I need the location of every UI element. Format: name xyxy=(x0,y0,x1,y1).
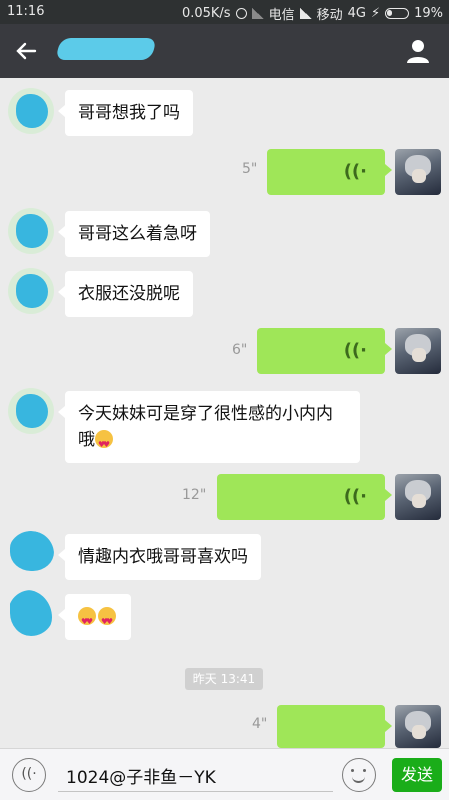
avatar[interactable] xyxy=(8,388,54,434)
voice-message[interactable]: ((· xyxy=(217,474,392,520)
person-icon xyxy=(407,40,429,63)
status-bar: 11:16 0.05K/s 电信 移动 4G ⚡ 19% xyxy=(0,0,449,24)
voice-message[interactable]: ((· xyxy=(257,328,392,374)
chat-header xyxy=(0,24,449,78)
message-bubble[interactable]: 情趣内衣哦哥哥喜欢吗 xyxy=(58,534,261,580)
input-bar: ((· 发送 xyxy=(0,748,449,800)
voice-wave-icon: ((· xyxy=(343,161,367,182)
network-type: 4G xyxy=(347,6,366,21)
heart-eyes-emoji-icon xyxy=(78,607,96,635)
alarm-icon xyxy=(235,8,247,19)
contact-info-button[interactable] xyxy=(405,38,431,64)
avatar[interactable] xyxy=(395,328,441,374)
voice-icon: ((· xyxy=(21,766,37,782)
send-button[interactable]: 发送 xyxy=(392,758,442,792)
status-indicators: 0.05K/s 电信 移动 4G ⚡ 19% xyxy=(182,4,443,23)
avatar[interactable] xyxy=(395,149,441,195)
message-bubble[interactable]: 今天妹妹可是穿了很性感的小内内 哦 xyxy=(58,391,360,463)
message-input[interactable] xyxy=(58,760,333,792)
arrow-left-icon xyxy=(16,42,37,60)
heart-eyes-emoji-icon xyxy=(98,607,116,635)
back-button[interactable] xyxy=(10,35,42,67)
signal-icon xyxy=(251,8,264,19)
avatar[interactable] xyxy=(8,268,54,314)
avatar[interactable] xyxy=(8,531,54,577)
voice-input-button[interactable]: ((· xyxy=(12,758,46,792)
avatar[interactable] xyxy=(8,208,54,254)
avatar[interactable] xyxy=(395,474,441,520)
voice-wave-icon: ((· xyxy=(343,486,367,507)
network-speed: 0.05K/s xyxy=(181,6,231,21)
heart-eyes-emoji-icon xyxy=(95,430,113,458)
voice-message[interactable]: ((· xyxy=(267,149,392,195)
status-time: 11:16 xyxy=(7,4,45,19)
message-bubble[interactable]: 哥哥想我了吗 xyxy=(58,90,193,136)
charging-icon: ⚡ xyxy=(370,6,381,21)
carrier-2: 移动 xyxy=(316,8,343,23)
battery-level: 19% xyxy=(414,6,443,21)
voice-duration: 4" xyxy=(252,716,268,732)
voice-duration: 5" xyxy=(242,161,258,177)
chat-area[interactable]: 哥哥想我了吗 5" ((· 哥哥这么着急呀 衣服还没脱呢 6" ((· 今天妹妹… xyxy=(0,78,449,748)
voice-duration: 6" xyxy=(232,342,248,358)
avatar[interactable] xyxy=(395,705,441,748)
voice-wave-icon: ((· xyxy=(343,340,367,361)
avatar[interactable] xyxy=(8,88,54,134)
voice-message[interactable] xyxy=(277,705,392,748)
signal-icon xyxy=(299,8,312,19)
contact-name-redacted xyxy=(55,38,157,60)
carrier-1: 电信 xyxy=(268,8,295,23)
time-separator: 昨天 13:41 xyxy=(185,668,263,690)
voice-duration: 12" xyxy=(182,487,207,503)
message-bubble[interactable]: 哥哥这么着急呀 xyxy=(58,211,210,257)
message-bubble[interactable]: 衣服还没脱呢 xyxy=(58,271,193,317)
avatar[interactable] xyxy=(8,590,54,636)
battery-icon xyxy=(385,8,410,19)
emoji-button[interactable] xyxy=(342,758,376,792)
emoji-message[interactable] xyxy=(58,594,131,640)
